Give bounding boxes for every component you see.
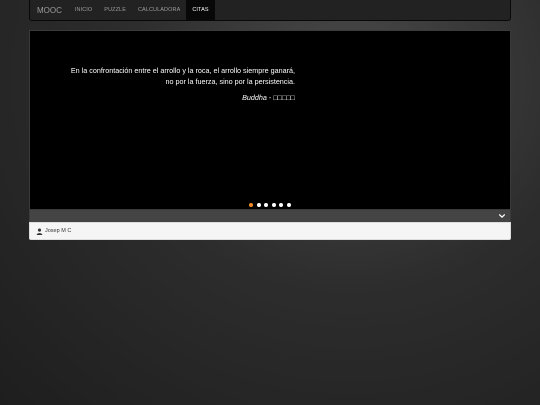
quote-author: Buddha - □□□□□ [50,93,295,102]
author-extra: □□□□□ [273,93,295,102]
carousel-indicator-5[interactable] [279,203,284,207]
top-navbar: MOOC INICIO PUZZLE CALCULADORA CITAS [29,0,511,21]
quote-carousel: En la confrontación entre el arrollo y l… [29,30,511,210]
collapse-bar [29,210,511,222]
user-icon [36,228,43,235]
carousel-indicators [30,203,510,207]
nav-item-calculadora[interactable]: CALCULADORA [132,0,186,20]
chevron-down-icon[interactable] [498,212,506,220]
carousel-indicator-6[interactable] [286,203,291,207]
quote-line-1: En la confrontación entre el arrollo y l… [70,66,295,75]
footer-username: Josep M C [45,228,72,234]
nav-item-puzzle[interactable]: PUZZLE [98,0,132,20]
carousel-indicator-1[interactable] [249,203,254,207]
footer-panel: Josep M C [29,222,511,240]
carousel-indicator-3[interactable] [264,203,269,207]
quote-line-2: no por la fuerza, sino por la persistenc… [165,77,295,86]
carousel-indicator-2[interactable] [256,203,261,207]
author-name: Buddha [242,93,267,102]
quote-text: En la confrontación entre el arrollo y l… [50,65,295,87]
brand-link[interactable]: MOOC [30,0,69,20]
nav-item-citas[interactable]: CITAS [186,0,215,20]
nav-item-inicio[interactable]: INICIO [69,0,98,20]
carousel-indicator-4[interactable] [271,203,276,207]
